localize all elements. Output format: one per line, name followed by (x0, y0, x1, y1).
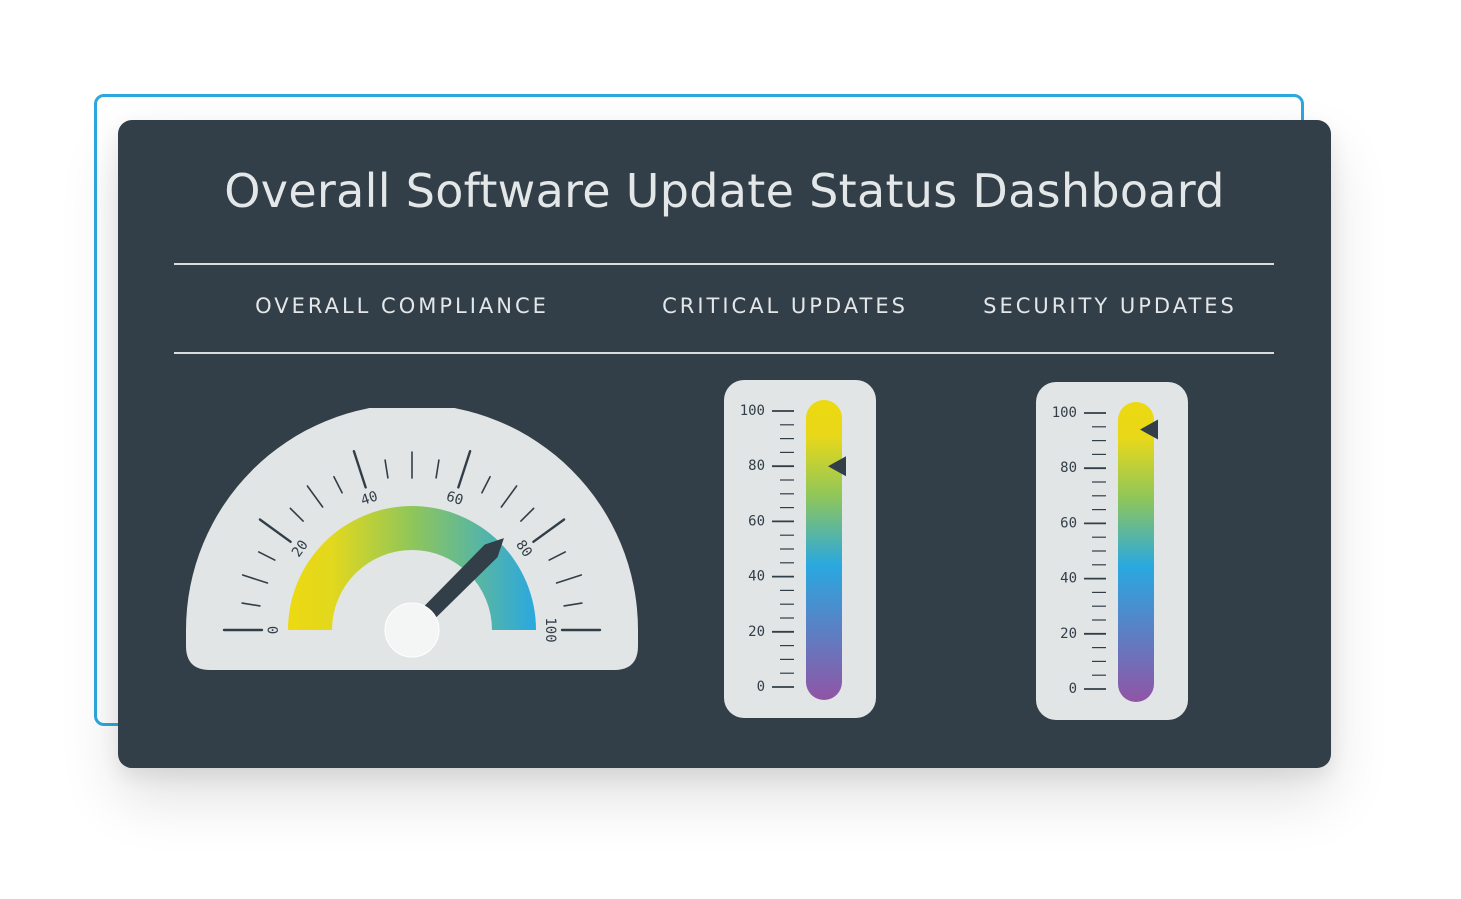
overall-compliance-label: OVERALL COMPLIANCE (255, 294, 549, 318)
gauge-needle-hub (384, 602, 440, 658)
thermometer-tick-label: 60 (1060, 515, 1077, 531)
thermometer-panel (1036, 382, 1188, 720)
critical-updates-thermometer: 0 20 40 60 80 100 (724, 380, 876, 718)
gauge-tick-label: 100 (542, 617, 558, 642)
security-updates-thermometer: 0 20 40 60 80 100 (1036, 382, 1188, 720)
thermometer-tick-label: 60 (748, 513, 765, 529)
thermometer-tick-label: 100 (740, 403, 765, 419)
critical-updates-label: CRITICAL UPDATES (662, 294, 908, 318)
thermometer-tick-label: 20 (748, 624, 765, 640)
thermometer-tick-label: 0 (1069, 681, 1077, 697)
thermometer-tick-label: 40 (1060, 571, 1077, 587)
thermometer-tick-label: 0 (757, 679, 765, 695)
thermometer-tick-label: 20 (1060, 626, 1077, 642)
thermometer-tube (1118, 402, 1154, 702)
thermometer-tick-label: 80 (748, 458, 765, 474)
thermometer-tube (806, 400, 842, 700)
thermometer-tick-label: 40 (748, 569, 765, 585)
compliance-gauge: 02040 6080100 (186, 408, 638, 670)
thermometer-tick-label: 80 (1060, 460, 1077, 476)
header-divider-bottom (174, 352, 1274, 354)
header-divider-top (174, 263, 1274, 265)
gauge-tick-label: 0 (266, 626, 282, 634)
dashboard-card: Overall Software Update Status Dashboard… (118, 120, 1331, 768)
thermometer-tick-label: 100 (1052, 405, 1077, 421)
thermometer-panel (724, 380, 876, 718)
security-updates-label: SECURITY UPDATES (983, 294, 1237, 318)
dashboard-title: Overall Software Update Status Dashboard (224, 164, 1225, 218)
